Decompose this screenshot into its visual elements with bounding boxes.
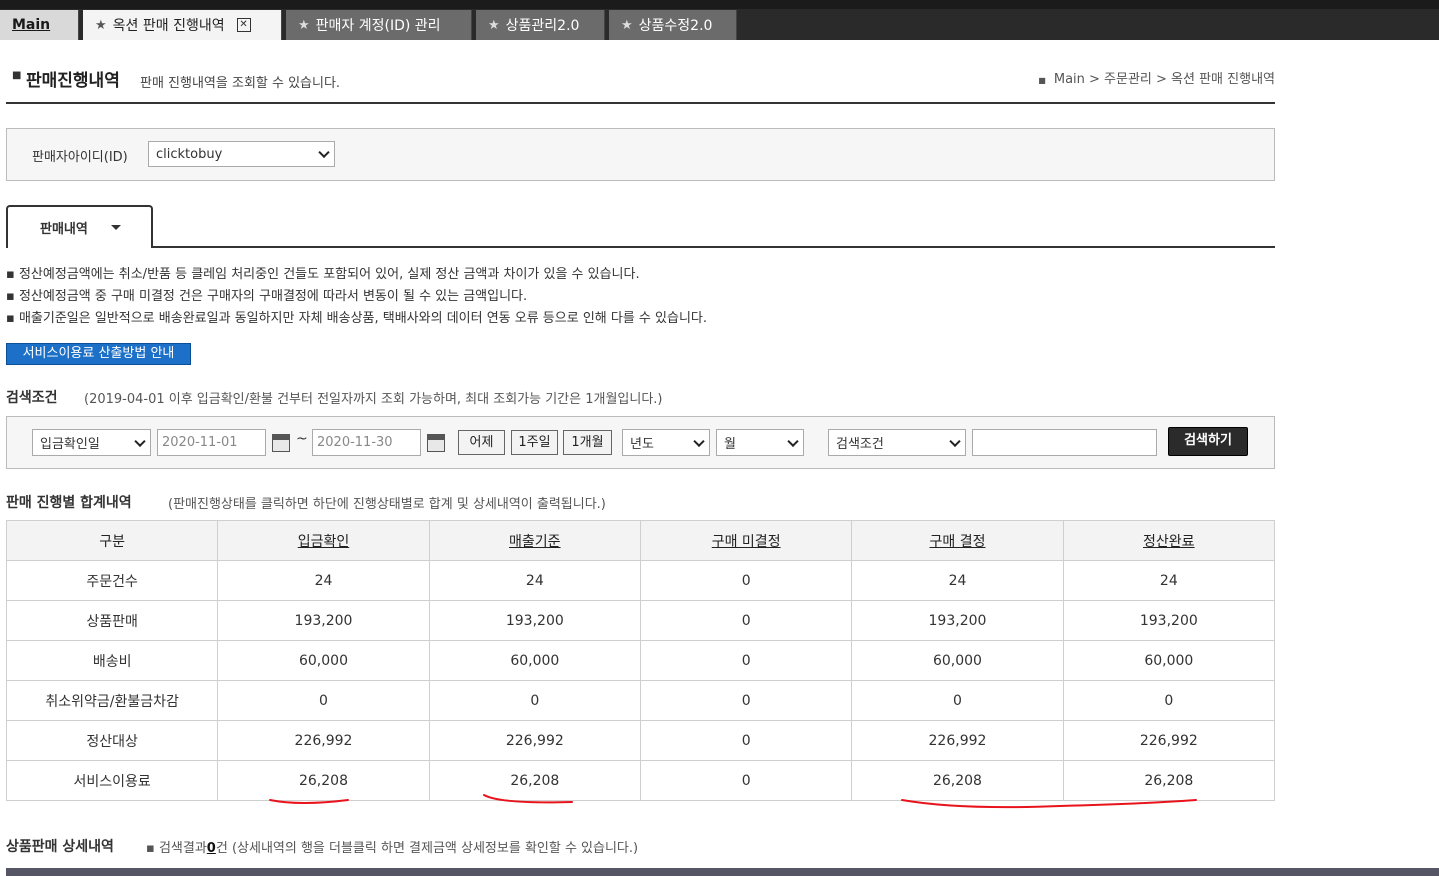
result-count: 0: [206, 841, 216, 856]
red-underline-mark: [269, 799, 349, 804]
result-prefix: 검색결과: [158, 841, 207, 856]
red-underline-annotations: [269, 794, 1197, 809]
red-underline-mark: [483, 794, 573, 804]
red-underline-mark: [901, 799, 1197, 809]
bullet-icon: ▪: [146, 841, 159, 856]
detail-result-info: ▪ 검색결과0건 (상세내역의 행을 더블클릭 하면 결제금액 상세정보를 확인…: [146, 837, 638, 856]
result-suffix: 건: [215, 841, 228, 856]
detail-note-text: (상세내역의 행을 더블클릭 하면 결제금액 상세정보를 확인할 수 있습니다.…: [231, 841, 639, 856]
detail-title: 상품판매 상세내역: [6, 839, 114, 855]
detail-table-header: [6, 868, 1439, 876]
